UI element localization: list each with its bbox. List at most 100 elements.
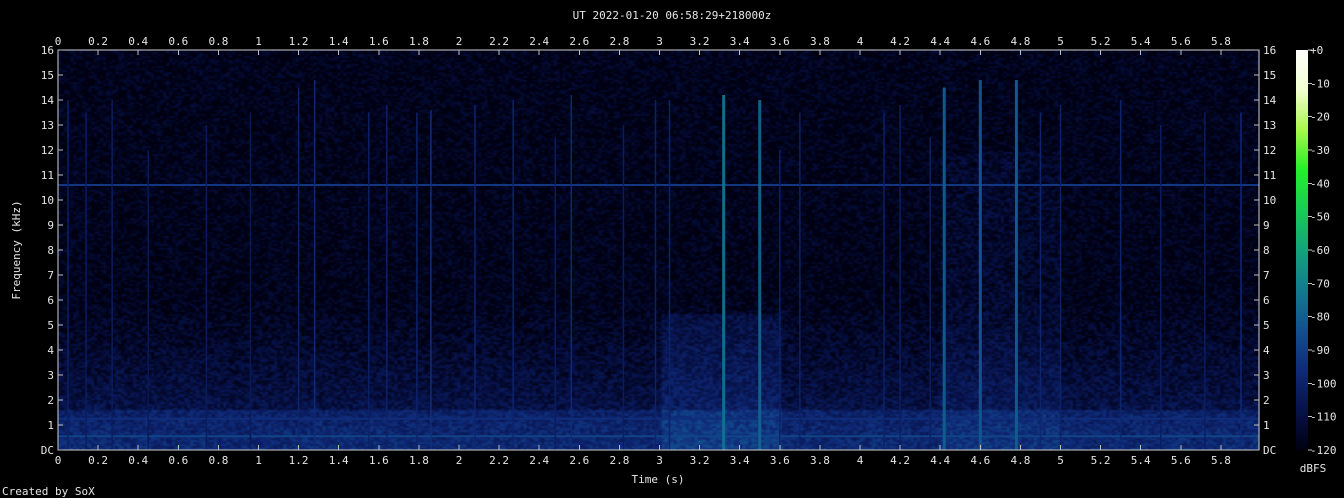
y-tick-right-label: 7 [1263, 269, 1270, 282]
x-tick-top-label: 2.8 [609, 35, 629, 48]
y-tick-right-label: 12 [1263, 144, 1276, 157]
spectrogram-figure: UT 2022-01-20 06:58:29+218000z 0 0.2 0.4 0.… [2, 9, 1337, 498]
x-tick-top-label: 0.8 [208, 35, 228, 48]
y-tick-left-label: DC [41, 444, 54, 457]
y-tick-left-label: 3 [47, 369, 54, 382]
x-tick-bottom-label: 1 [255, 454, 262, 467]
x-tick-bottom-label: 2.4 [529, 454, 549, 467]
colorbar-tick-label: -20 [1310, 111, 1330, 124]
y-tick-right-label: 10 [1263, 194, 1276, 207]
colorbar-tick-label: -10 [1310, 77, 1330, 90]
x-tick-bottom-label: 1.6 [369, 454, 389, 467]
y-tick-right-label: 5 [1263, 319, 1270, 332]
x-tick-bottom-label: 0 [55, 454, 62, 467]
y-tick-right-label: 9 [1263, 219, 1270, 232]
y-tick-right-label: 3 [1263, 369, 1270, 382]
x-tick-top-label: 1.6 [369, 35, 389, 48]
x-tick-top-label: 0 [55, 35, 62, 48]
noise-floor [58, 50, 1259, 450]
y-tick-right-label: 11 [1263, 169, 1276, 182]
x-tick-bottom-label: 5.6 [1171, 454, 1191, 467]
x-tick-top-label: 1 [255, 35, 262, 48]
colorbar-tick-label: -110 [1310, 411, 1337, 424]
y-tick-right-label: 16 [1263, 44, 1276, 57]
x-tick-bottom-label: 3 [656, 454, 663, 467]
x-tick-top-label: 2.2 [489, 35, 509, 48]
x-tick-bottom-label: 3.4 [730, 454, 750, 467]
x-tick-bottom-label: 5 [1057, 454, 1064, 467]
x-tick-top-label: 2.4 [529, 35, 549, 48]
x-tick-top-label: 4 [857, 35, 864, 48]
colorbar-tick-label: -60 [1310, 244, 1330, 257]
y-axis-label: Frequency (kHz) [10, 200, 23, 299]
colorbar-tick-label: -80 [1310, 311, 1330, 324]
colorbar-tick-label: -50 [1310, 211, 1330, 224]
colorbar-tick-label: -70 [1310, 277, 1330, 290]
y-tick-left-label: 14 [41, 94, 55, 107]
x-tick-bottom-label: 4 [857, 454, 864, 467]
y-tick-right-label: 8 [1263, 244, 1270, 257]
x-tick-top-label: 1.4 [329, 35, 349, 48]
x-tick-bottom-label: 1.2 [289, 454, 309, 467]
chart-title: UT 2022-01-20 06:58:29+218000z [573, 9, 772, 22]
x-tick-top-label: 3.6 [770, 35, 790, 48]
y-tick-left-label: 4 [47, 344, 54, 357]
y-tick-left-label: 1 [47, 419, 54, 432]
x-tick-top-label: 4.6 [970, 35, 990, 48]
colorbar-tick-label: -100 [1310, 377, 1337, 390]
y-tick-right-label: 2 [1263, 394, 1270, 407]
x-tick-bottom-label: 0.6 [168, 454, 188, 467]
x-tick-top-label: 2.6 [569, 35, 589, 48]
x-tick-top-label: 5.2 [1091, 35, 1111, 48]
x-tick-top-label: 0.6 [168, 35, 188, 48]
y-tick-left-label: 9 [47, 219, 54, 232]
x-tick-bottom-label: 2 [456, 454, 463, 467]
colorbar-tick-label: -90 [1310, 344, 1330, 357]
x-tick-top-label: 4.4 [930, 35, 950, 48]
colorbar-tick-label: +0 [1310, 44, 1323, 57]
y-tick-right-label: 15 [1263, 69, 1276, 82]
y-tick-left-label: 16 [41, 44, 54, 57]
colorbar-axis: +0 -10 -20 -30 -40 -50 -60 -70 -80 -90 -100 -110 -12… [1308, 44, 1337, 457]
y-tick-left-label: 10 [41, 194, 54, 207]
x-tick-top-label: 3.8 [810, 35, 830, 48]
y-tick-left-label: 15 [41, 69, 54, 82]
x-tick-top-label: 5 [1057, 35, 1064, 48]
x-tick-bottom-label: 4.8 [1010, 454, 1030, 467]
y-tick-right-label: 13 [1263, 119, 1276, 132]
x-tick-bottom-label: 5.4 [1131, 454, 1151, 467]
x-tick-bottom-label: 0.8 [208, 454, 228, 467]
x-tick-bottom-label: 4.2 [890, 454, 910, 467]
y-tick-right-label: 6 [1263, 294, 1270, 307]
x-tick-bottom-label: 1.4 [329, 454, 349, 467]
x-tick-top-label: 4.2 [890, 35, 910, 48]
x-tick-top-label: 3.4 [730, 35, 750, 48]
x-tick-top-label: 2 [456, 35, 463, 48]
y-tick-right-label: DC [1263, 444, 1276, 457]
x-tick-bottom-label: 4.4 [930, 454, 950, 467]
x-tick-bottom-label: 3.6 [770, 454, 790, 467]
x-tick-bottom-label: 2.8 [609, 454, 629, 467]
x-tick-bottom-label: 1.8 [409, 454, 429, 467]
y-tick-left-label: 5 [47, 319, 54, 332]
x-tick-bottom-label: 2.2 [489, 454, 509, 467]
y-tick-left-label: 12 [41, 144, 54, 157]
x-tick-top-label: 0.4 [128, 35, 148, 48]
colorbar [1296, 50, 1308, 450]
y-tick-left-label: 13 [41, 119, 54, 132]
x-tick-bottom-label: 3.2 [690, 454, 710, 467]
y-tick-left-label: 2 [47, 394, 54, 407]
x-tick-top-label: 3 [656, 35, 663, 48]
x-tick-bottom-label: 0.4 [128, 454, 148, 467]
x-tick-top-label: 5.4 [1131, 35, 1151, 48]
x-tick-bottom-label: 5.2 [1091, 454, 1111, 467]
colorbar-tick-label: -40 [1310, 177, 1330, 190]
x-tick-top-label: 1.2 [289, 35, 309, 48]
y-tick-left-label: 11 [41, 169, 54, 182]
y-tick-right-label: 14 [1263, 94, 1277, 107]
x-tick-top-label: 5.6 [1171, 35, 1191, 48]
x-tick-bottom-label: 4.6 [970, 454, 990, 467]
x-axis-label: Time (s) [632, 473, 685, 486]
y-tick-left-label: 8 [47, 244, 54, 257]
y-tick-right-label: 1 [1263, 419, 1270, 432]
